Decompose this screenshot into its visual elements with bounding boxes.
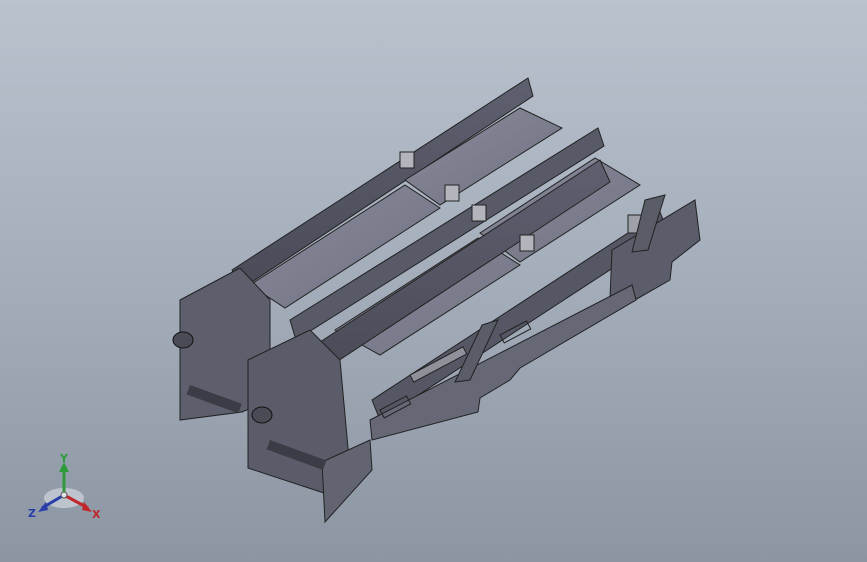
z-axis-head: [38, 502, 48, 512]
orientation-triad[interactable]: Y X Z: [22, 450, 112, 530]
z-axis-label: Z: [28, 507, 36, 520]
roller-left-front: [251, 406, 273, 424]
x-axis-label: X: [92, 508, 101, 521]
motor-1: [399, 151, 415, 169]
graphics-viewport[interactable]: Y X Z: [0, 0, 867, 562]
motor-2: [444, 184, 460, 202]
motor-4: [519, 234, 535, 252]
y-axis-label: Y: [60, 452, 68, 465]
conveyor-assembly-model[interactable]: [0, 0, 867, 562]
roller-left-rear: [172, 331, 194, 349]
x-axis-head: [82, 502, 92, 512]
motor-3: [471, 204, 487, 222]
